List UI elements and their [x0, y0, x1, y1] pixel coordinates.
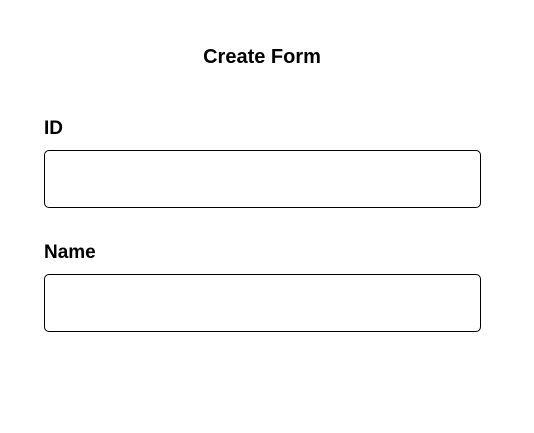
id-label: ID: [44, 118, 63, 139]
id-input[interactable]: [44, 150, 481, 208]
name-input[interactable]: [44, 274, 481, 332]
name-label: Name: [44, 242, 96, 263]
form-title: Create Form: [203, 46, 321, 68]
